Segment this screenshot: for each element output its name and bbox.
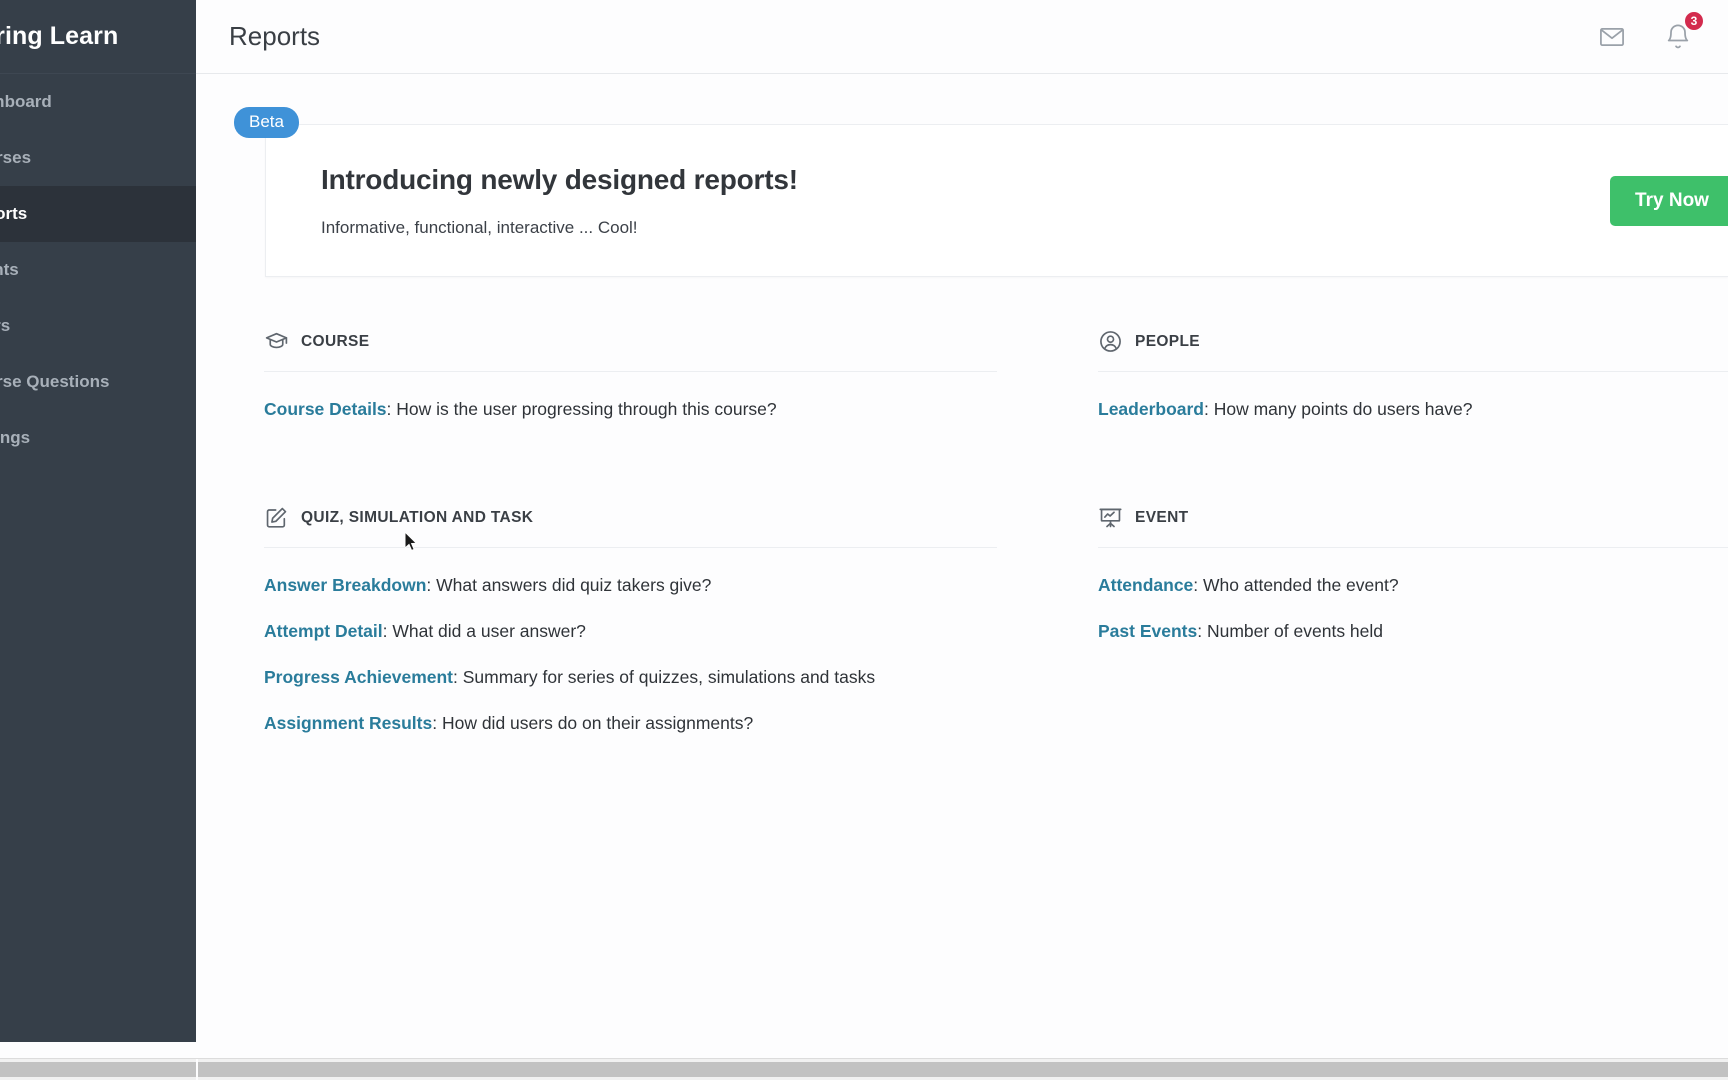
notification-badge: 3 [1683,9,1705,32]
banner-card: Introducing newly designed reports! Info… [265,124,1728,277]
sidebar-item-label: Users [0,316,11,335]
user-circle-icon [1098,329,1123,354]
section-event: EVENT Attendance: Who attended the event… [196,505,1728,759]
sidebar-item-label: Dashboard [0,92,52,111]
scrollbar-thumb[interactable] [0,1062,1728,1077]
sidebar: Spring Learn Dashboard Courses Reports E… [0,0,196,1042]
status-badge: Beta [234,107,299,138]
sidebar-item-users[interactable]: Users [0,298,196,354]
top-bar: Reports 3 [196,0,1728,74]
mail-icon[interactable] [1598,23,1626,51]
sidebar-item-label: Reports [0,204,28,223]
report-row: Past Events: Number of events held [1098,621,1728,642]
bell-icon[interactable]: 3 [1664,9,1705,51]
section-header: EVENT [1098,505,1728,548]
sidebar-item-course-questions[interactable]: Course Questions [0,354,196,410]
report-link-attendance[interactable]: Attendance [1098,575,1193,595]
banner-title: Introducing newly designed reports! [321,163,798,195]
try-now-button[interactable]: Try Now [1610,175,1728,226]
sidebar-item-label: Course Questions [0,372,110,391]
report-description: : Number of events held [1197,621,1384,641]
report-row: Leaderboard: How many points do users ha… [1098,399,1728,420]
topbar-actions: 3 [1598,9,1728,51]
presentation-chart-icon [1098,505,1123,530]
section-title: PEOPLE [1135,332,1200,350]
horizontal-scrollbar[interactable] [0,1058,1728,1080]
report-list: Attendance: Who attended the event? Past… [1098,548,1728,642]
report-description: : How many points do users have? [1204,399,1473,419]
scrollbar-notch [196,1059,198,1080]
report-list: Leaderboard: How many points do users ha… [1098,372,1728,420]
section-header: PEOPLE [1098,329,1728,372]
report-link-past-events[interactable]: Past Events [1098,621,1197,641]
section-title: EVENT [1135,508,1189,526]
app-root: Spring Learn Dashboard Courses Reports E… [0,0,1728,1080]
main-content: Beta Introducing newly designed reports!… [196,74,1728,1042]
sidebar-item-settings[interactable]: Settings [0,410,196,466]
report-link-leaderboard[interactable]: Leaderboard [1098,399,1204,419]
report-description: : Who attended the event? [1193,575,1399,595]
sidebar-item-courses[interactable]: Courses [0,130,196,186]
page-title: Reports [229,21,321,51]
section-people: PEOPLE Leaderboard: How many points do u… [196,329,1728,445]
sidebar-item-label: Settings [0,428,31,447]
banner-subtitle: Informative, functional, interactive ...… [321,217,638,237]
brand-logo[interactable]: Spring Learn [0,0,196,74]
sidebar-item-dashboard[interactable]: Dashboard [0,74,196,130]
sidebar-item-label: Courses [0,148,32,167]
report-sections: COURSE Course Details: How is the user p… [196,329,1728,759]
brand-label: Spring Learn [0,22,119,50]
banner-text: Introducing newly designed reports! Info… [266,164,1610,238]
sidebar-item-events[interactable]: Events [0,242,196,298]
sidebar-item-label: Events [0,260,19,279]
report-row: Attendance: Who attended the event? [1098,575,1728,596]
sidebar-item-reports[interactable]: Reports [0,186,196,242]
